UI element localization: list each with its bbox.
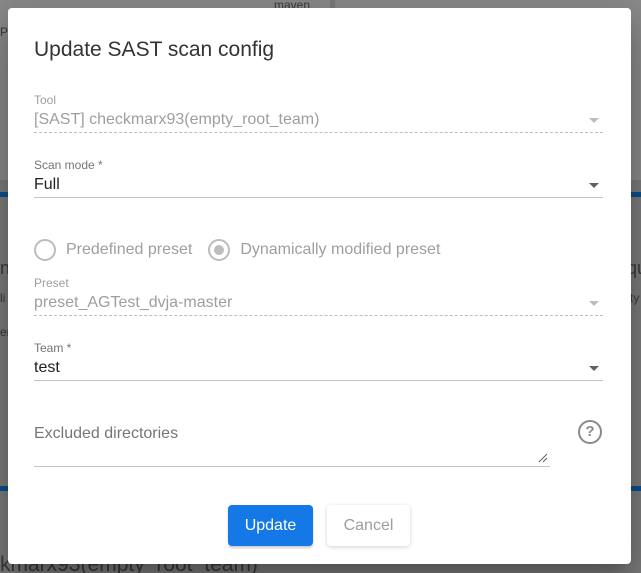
dialog-title: Update SAST scan config — [34, 38, 275, 61]
dynamic-preset-radio[interactable] — [208, 239, 231, 261]
tool-select: [SAST] checkmarx93(empty_root_team) — [34, 107, 603, 133]
preset-type-radio-group: Predefined preset Dynamically modified p… — [34, 238, 456, 262]
preset-select: preset_AGTest_dvja-master — [34, 290, 603, 316]
team-value: test — [34, 359, 60, 376]
chevron-down-icon — [589, 366, 599, 371]
background-text: ty — [630, 291, 640, 305]
tool-field: Tool [SAST] checkmarx93(empty_root_team) — [34, 93, 603, 133]
team-field: Team * test — [34, 341, 603, 381]
tool-label: Tool — [34, 93, 57, 107]
excluded-directories-textarea[interactable]: Excluded directories — [34, 421, 550, 467]
chevron-down-icon — [589, 183, 599, 188]
predefined-preset-radio[interactable] — [34, 239, 56, 261]
scan-mode-value: Full — [34, 176, 60, 193]
excluded-directories-placeholder: Excluded directories — [34, 425, 179, 442]
background-text: li — [0, 291, 6, 305]
background-divider — [0, 486, 8, 491]
background-divider — [631, 192, 641, 197]
cancel-button[interactable]: Cancel — [327, 505, 410, 546]
scan-mode-select[interactable]: Full — [34, 172, 603, 198]
dynamic-preset-label: Dynamically modified preset — [240, 241, 441, 258]
background-divider — [631, 486, 641, 491]
predefined-preset-label: Predefined preset — [66, 241, 193, 258]
chevron-down-icon — [589, 301, 599, 306]
question-circle-icon[interactable]: ? — [578, 420, 602, 444]
update-button[interactable]: Update — [228, 505, 313, 546]
background-divider — [0, 192, 8, 197]
scan-mode-field: Scan mode * Full — [34, 158, 603, 198]
tool-value: [SAST] checkmarx93(empty_root_team) — [34, 111, 320, 128]
preset-field: Preset preset_AGTest_dvja-master — [34, 276, 603, 316]
preset-label: Preset — [34, 276, 69, 290]
preset-value: preset_AGTest_dvja-master — [34, 294, 233, 311]
scan-mode-label: Scan mode * — [34, 158, 103, 172]
background-text: P — [0, 25, 9, 39]
chevron-down-icon — [589, 118, 599, 123]
update-sast-dialog: Update SAST scan config Tool [SAST] chec… — [8, 8, 631, 564]
team-select[interactable]: test — [34, 355, 603, 381]
team-label: Team * — [34, 341, 72, 355]
resize-handle-icon[interactable] — [538, 453, 548, 463]
